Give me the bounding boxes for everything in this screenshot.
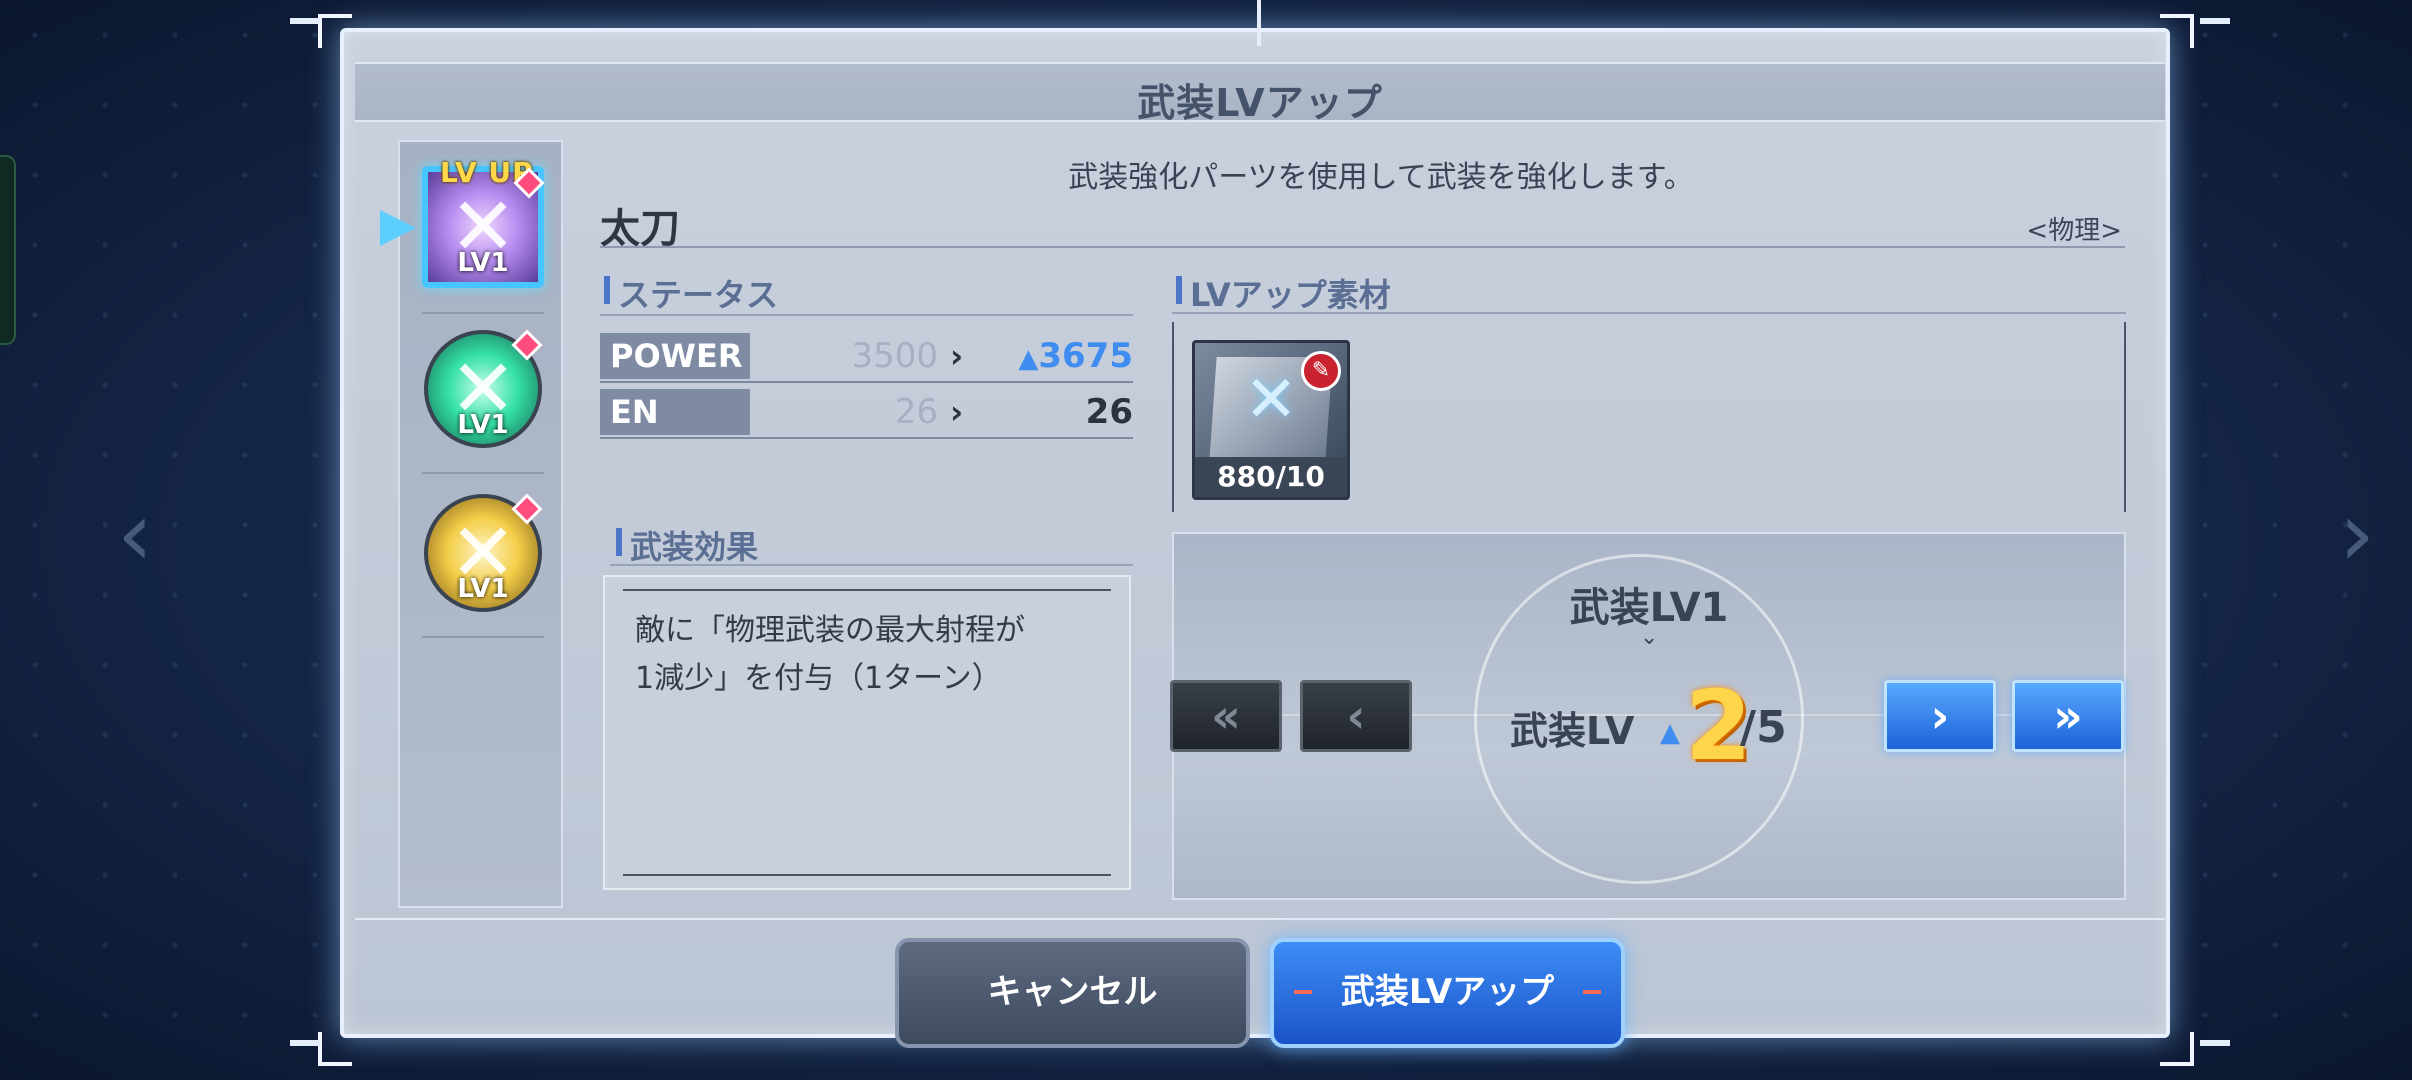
weapon-level: LV1 — [457, 574, 509, 604]
weapon-type: <物理> — [2026, 216, 2122, 246]
weapon-level: LV1 — [457, 410, 509, 440]
stat-next-value: 26 — [1085, 392, 1133, 432]
material-count: 880/10 — [1195, 457, 1347, 497]
arrow-right-icon: › — [950, 393, 964, 431]
divider — [623, 874, 1111, 876]
stat-label: EN — [600, 389, 750, 435]
divider — [600, 246, 2125, 248]
button-decoration — [1583, 990, 1601, 994]
divider — [623, 589, 1111, 591]
level-last-button[interactable]: » — [2012, 680, 2124, 752]
frame-corner — [2160, 1032, 2194, 1066]
divider — [422, 312, 544, 314]
stat-next-number: 3675 — [1038, 336, 1133, 376]
frame-tick — [290, 1040, 320, 1046]
level-first-button[interactable]: « — [1170, 680, 1282, 752]
divider — [600, 437, 1133, 439]
title-bar: 武装LVアップ — [355, 62, 2165, 125]
stat-row-en: EN 26 › 26 — [600, 389, 1133, 439]
divider — [355, 918, 2165, 920]
divider — [610, 564, 1133, 566]
feather-icon: ✎ — [1301, 351, 1341, 391]
side-tab[interactable] — [0, 155, 16, 345]
effect-section-title: 武装効果 — [615, 522, 758, 568]
frame-tick — [1257, 0, 1261, 46]
frame-tick — [290, 18, 320, 24]
frame-corner — [318, 1032, 352, 1066]
divider — [600, 314, 1133, 316]
stat-row-power: POWER 3500 › ▲3675 — [600, 333, 1133, 383]
cancel-button[interactable]: キャンセル — [895, 938, 1250, 1048]
divider — [422, 636, 544, 638]
divider — [422, 472, 544, 474]
effect-text: 敵に「物理武装の最大射程が 1減少」を付与（1ターン） — [635, 607, 1109, 703]
effect-line: 1減少」を付与（1ターン） — [635, 661, 1002, 696]
increase-arrow-icon: ▲ — [1018, 344, 1039, 374]
confirm-button-label: 武装LVアップ — [1340, 972, 1555, 1012]
dialog-description: 武装強化パーツを使用して武装を強化します。 — [1068, 160, 1694, 195]
next-page-arrow-icon[interactable]: › — [2322, 490, 2392, 580]
stat-label: POWER — [600, 333, 750, 379]
stat-current-value: 3500 — [851, 336, 938, 376]
arrow-right-icon: › — [950, 337, 964, 375]
level-prev-button[interactable]: ‹ — [1300, 680, 1412, 752]
button-decoration — [1294, 990, 1312, 994]
cancel-button-label: キャンセル — [987, 972, 1158, 1012]
level-next-button[interactable]: › — [1884, 680, 1996, 752]
effect-line: 敵に「物理武装の最大射程が — [635, 613, 1025, 648]
effect-box: 敵に「物理武装の最大射程が 1減少」を付与（1ターン） — [603, 575, 1131, 890]
increase-arrow-icon: ▲ — [1660, 718, 1680, 748]
dialog-title: 武装LVアップ — [1137, 81, 1383, 125]
frame-corner — [318, 14, 352, 48]
status-section-title: ステータス — [603, 270, 778, 316]
divider — [600, 381, 1133, 383]
frame-tick — [2200, 18, 2230, 24]
prev-page-arrow-icon[interactable]: ‹ — [100, 490, 170, 580]
chevron-down-icon: ⌄ — [1640, 625, 1659, 650]
stat-next-value: ▲3675 — [1018, 333, 1133, 382]
max-level-label: /5 — [1740, 702, 1787, 753]
confirm-lv-up-button[interactable]: 武装LVアップ — [1270, 938, 1625, 1048]
frame-corner — [2160, 14, 2194, 48]
divider — [1172, 322, 1174, 512]
frame-tick — [2200, 1040, 2230, 1046]
divider — [2124, 322, 2126, 512]
stat-current-value: 26 — [894, 392, 938, 432]
divider — [1172, 312, 2126, 314]
weapon-level: LV1 — [457, 248, 509, 278]
material-section-title: LVアップ素材 — [1176, 270, 1391, 316]
material-item[interactable]: ✕ ✎ 880/10 — [1192, 340, 1350, 500]
target-level-label: 武装LV — [1510, 709, 1635, 753]
selection-pointer-icon — [380, 210, 416, 246]
